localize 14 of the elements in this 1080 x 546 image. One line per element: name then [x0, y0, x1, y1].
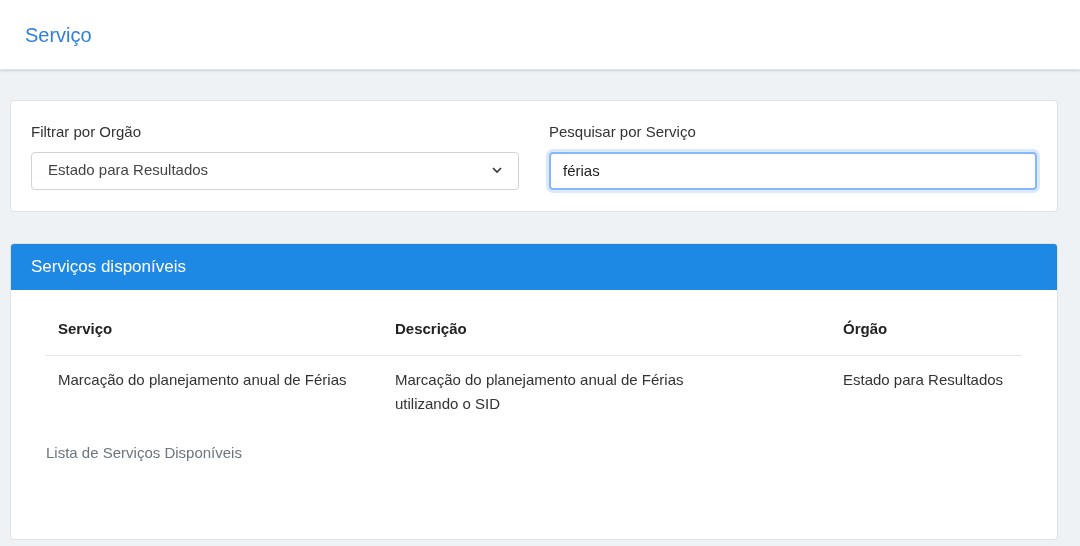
chevron-down-icon [492, 167, 502, 174]
table-cell-text: Marcação do planejamento anual de Férias utilizando o SID [395, 369, 685, 414]
field-label: Filtrar por Orgão [31, 122, 143, 142]
column-header: Descrição [395, 320, 467, 337]
column-header: Órgão [843, 320, 888, 337]
column-header: Serviço [58, 320, 113, 337]
panel-title: Serviços disponíveis [31, 256, 186, 279]
page-title: Serviço [25, 22, 92, 48]
table-cell-text: Marcação do planejamento anual de Férias [58, 369, 348, 390]
table-caption: Lista de Serviços Disponíveis [46, 442, 242, 463]
table-cell-text: Estado para Resultados [843, 369, 1005, 390]
search-field[interactable]: férias [549, 151, 1037, 190]
field-label: Pesquisar por Serviço [549, 122, 697, 142]
organ-select[interactable]: Estado para Resultados [31, 151, 519, 190]
